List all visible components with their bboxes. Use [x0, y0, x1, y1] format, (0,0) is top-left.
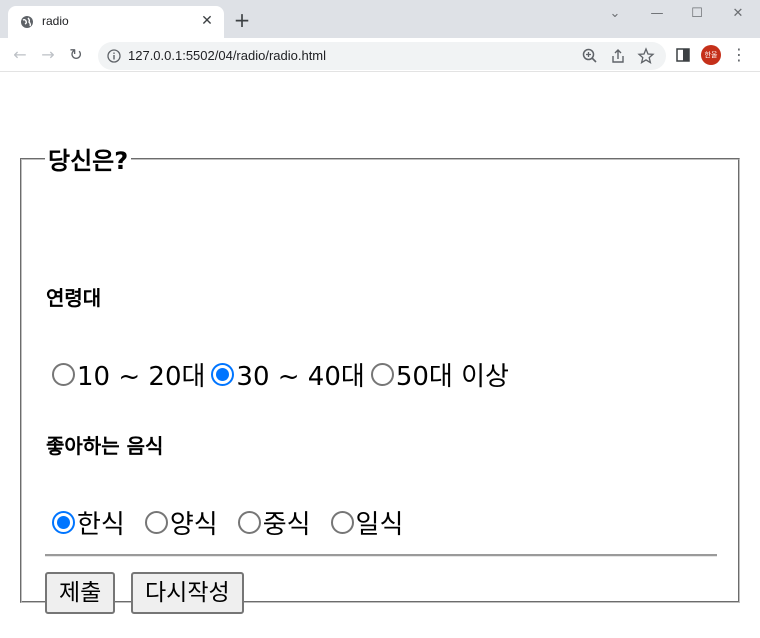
food-radio-korean[interactable]	[52, 511, 75, 534]
age-group-radio-group: 10 ~ 20대 30 ~ 40대 50대 이상	[52, 356, 515, 393]
close-window-icon[interactable]: ✕	[723, 4, 753, 24]
food-option-chinese[interactable]: 중식	[237, 504, 311, 541]
age-radio-50-plus[interactable]	[370, 363, 394, 386]
info-icon[interactable]	[107, 49, 121, 63]
reload-icon[interactable]: ↻	[66, 45, 86, 65]
food-option-western[interactable]: 양식	[144, 504, 218, 541]
age-option-label: 30 ~ 40대	[236, 362, 365, 392]
maximize-icon[interactable]: ☐	[682, 4, 712, 24]
food-option-label: 한식	[77, 510, 125, 540]
food-radio-group: 한식 양식 중식 일식	[52, 504, 409, 541]
tab-search-chevron-icon[interactable]: ⌄	[600, 4, 630, 24]
browser-tab[interactable]: radio ✕	[8, 6, 224, 38]
age-option-10-20[interactable]: 10 ~ 20대	[52, 356, 205, 393]
reset-button[interactable]: 다시작성	[131, 572, 244, 614]
age-radio-30-40[interactable]	[211, 363, 235, 386]
food-option-label: 중식	[262, 510, 311, 540]
url-text: 127.0.0.1:5502/04/radio/radio.html	[128, 48, 327, 63]
tab-title: radio	[42, 14, 69, 28]
food-option-label: 일식	[355, 510, 404, 540]
food-option-label: 양식	[169, 510, 218, 540]
more-menu-icon[interactable]: ⋮	[731, 45, 747, 65]
food-radio-western[interactable]	[144, 511, 168, 534]
submit-button[interactable]: 제출	[45, 572, 116, 614]
minimize-icon[interactable]: —	[642, 4, 672, 24]
food-radio-japanese[interactable]	[330, 511, 354, 534]
age-group-label: 연령대	[46, 286, 102, 310]
food-option-japanese[interactable]: 일식	[330, 504, 404, 541]
divider	[45, 554, 717, 557]
age-option-label: 10 ~ 20대	[77, 362, 206, 392]
form-fieldset: 당신은? 연령대 10 ~ 20대 30 ~ 40대 50대 이상 좋아하는 음…	[20, 141, 740, 614]
browser-toolbar: ← → ↻ 127.0.0.1:5502/04/radio/radio.html…	[0, 38, 760, 72]
globe-icon	[21, 16, 33, 28]
page-content: 당신은? 연령대 10 ~ 20대 30 ~ 40대 50대 이상 좋아하는 음…	[0, 73, 760, 638]
food-option-korean[interactable]: 한식	[52, 504, 125, 541]
age-radio-10-20[interactable]	[52, 363, 75, 386]
back-icon[interactable]: ←	[10, 45, 30, 65]
bookmark-star-icon[interactable]	[637, 47, 655, 65]
address-bar[interactable]: 127.0.0.1:5502/04/radio/radio.html	[98, 42, 666, 70]
zoom-icon[interactable]	[581, 47, 599, 65]
close-tab-icon[interactable]: ✕	[198, 12, 216, 30]
age-option-label: 50대 이상	[395, 362, 509, 392]
new-tab-icon[interactable]: +	[232, 10, 252, 31]
tab-strip: radio ✕ + ⌄ — ☐ ✕	[0, 0, 760, 38]
side-panel-icon[interactable]	[674, 46, 692, 64]
profile-avatar[interactable]: 한울	[701, 45, 721, 65]
food-radio-chinese[interactable]	[237, 511, 261, 534]
share-icon[interactable]	[609, 47, 627, 65]
age-option-30-40[interactable]: 30 ~ 40대	[211, 356, 365, 393]
age-option-50-plus[interactable]: 50대 이상	[370, 356, 509, 393]
forward-icon[interactable]: →	[38, 45, 58, 65]
food-label: 좋아하는 음식	[46, 434, 164, 458]
fieldset-legend: 당신은?	[48, 147, 129, 175]
